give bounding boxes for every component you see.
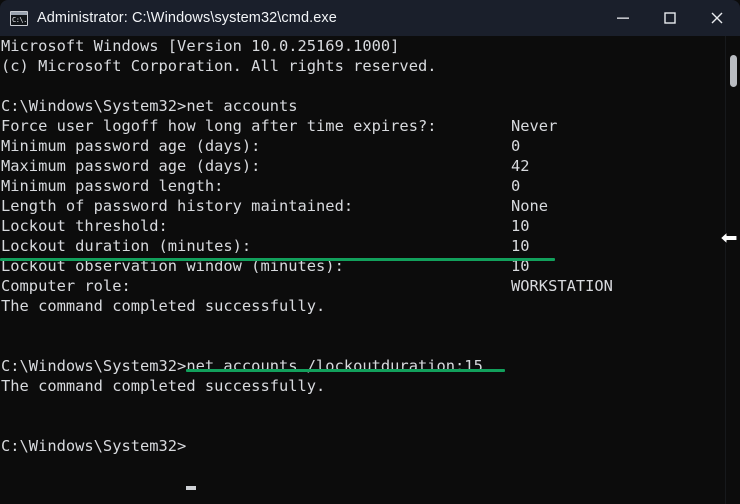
cmd-window: C:\. Administrator: C:\Windows\system32\… xyxy=(0,0,740,504)
console-line-text: Force user logoff how long after time ex… xyxy=(1,117,437,135)
console-line: Minimum password age (days): 0 xyxy=(0,136,740,156)
console-line: The command completed successfully. xyxy=(0,376,740,396)
console-line-text: Minimum password age (days): xyxy=(1,137,261,155)
console-line-value: 10 xyxy=(511,237,530,255)
console-line-value: WORKSTATION xyxy=(511,277,613,295)
console-text: Microsoft Windows [Version 10.0.25169.10… xyxy=(0,36,740,456)
window-titlebar[interactable]: C:\. Administrator: C:\Windows\system32\… xyxy=(0,0,740,36)
minimize-button[interactable] xyxy=(599,0,646,36)
console-line-text: C:\Windows\System32>net accounts xyxy=(1,97,298,115)
console-line: The command completed successfully. xyxy=(0,296,740,316)
console-line-text: The command completed successfully. xyxy=(1,297,326,315)
close-button[interactable] xyxy=(693,0,740,36)
mouse-pointer-left-arrow xyxy=(719,229,739,247)
console-line-value: 42 xyxy=(511,157,530,175)
cmd-console-icon: C:\. xyxy=(10,10,28,26)
console-line: Maximum password age (days): 42 xyxy=(0,156,740,176)
minimize-icon xyxy=(616,17,629,19)
console-output-area[interactable]: Microsoft Windows [Version 10.0.25169.10… xyxy=(0,36,740,504)
console-line-text: Microsoft Windows [Version 10.0.25169.10… xyxy=(1,37,400,55)
icon-prompt-glyph: C:\. xyxy=(12,15,27,24)
console-line-text: C:\Windows\System32> xyxy=(1,437,187,455)
console-line-text: The command completed successfully. xyxy=(1,377,326,395)
console-line: Microsoft Windows [Version 10.0.25169.10… xyxy=(0,36,740,56)
console-line: Length of password history maintained: No… xyxy=(0,196,740,216)
maximize-icon xyxy=(663,12,676,24)
console-line-text: Length of password history maintained: xyxy=(1,197,354,215)
console-line: Force user logoff how long after time ex… xyxy=(0,116,740,136)
console-line-text: (c) Microsoft Corporation. All rights re… xyxy=(1,57,437,75)
console-line-value: 10 xyxy=(511,217,530,235)
close-icon xyxy=(711,12,722,24)
console-line-value: 0 xyxy=(511,177,521,195)
window-title: Administrator: C:\Windows\system32\cmd.e… xyxy=(37,10,337,26)
console-line: C:\Windows\System32> xyxy=(0,436,740,456)
console-line-text: Computer role: xyxy=(1,277,131,295)
console-line: Minimum password length: 0 xyxy=(0,176,740,196)
console-line: Lockout duration (minutes): 10 xyxy=(0,236,740,256)
maximize-button[interactable] xyxy=(646,0,693,36)
console-line-value: Never xyxy=(511,117,558,135)
scrollbar-thumb[interactable] xyxy=(730,55,737,87)
console-line-text: Lockout duration (minutes): xyxy=(1,237,252,255)
console-line: Lockout threshold: 10 xyxy=(0,216,740,236)
console-line-text: C:\Windows\System32>net accounts /lockou… xyxy=(1,357,483,375)
console-line-text: Lockout threshold: xyxy=(1,217,168,235)
window-controls xyxy=(599,0,740,36)
green-underline-lockoutduration-command xyxy=(186,369,505,372)
console-line-value: 0 xyxy=(511,137,521,155)
green-underline-lockout-duration xyxy=(0,258,555,261)
console-line: (c) Microsoft Corporation. All rights re… xyxy=(0,56,740,76)
left-arrow-cursor-icon xyxy=(719,231,738,245)
console-line: C:\Windows\System32>net accounts /lockou… xyxy=(0,356,740,376)
console-line-value: None xyxy=(511,197,549,215)
console-line: C:\Windows\System32>net accounts xyxy=(0,96,740,116)
console-line-text: Minimum password length: xyxy=(1,177,224,195)
vertical-scrollbar[interactable] xyxy=(725,36,740,504)
console-line: Computer role: WORKSTATION xyxy=(0,276,740,296)
console-line-text: Maximum password age (days): xyxy=(1,157,261,175)
text-cursor xyxy=(186,486,196,490)
